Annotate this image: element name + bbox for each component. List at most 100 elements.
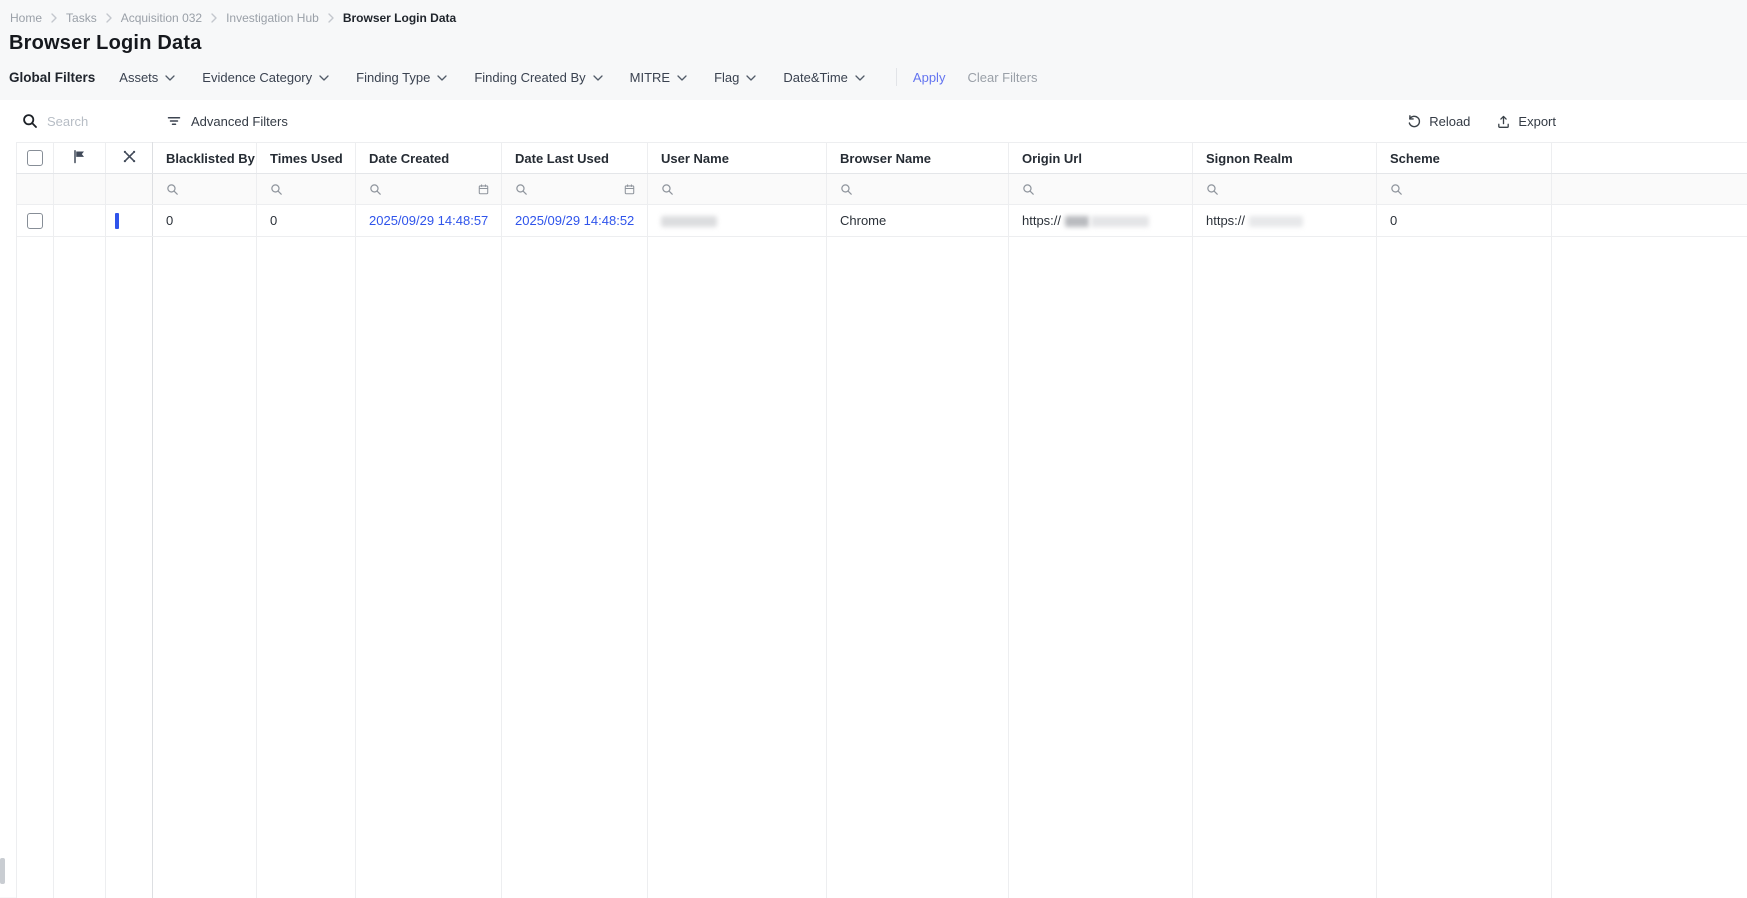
cell-date-last-used[interactable]: 2025/09/29 14:48:52 (502, 205, 648, 237)
cell-scheme: 0 (1377, 205, 1552, 237)
row-marker-cell (106, 205, 153, 237)
vertical-scrollbar-thumb[interactable] (0, 858, 5, 884)
filter-times-used[interactable] (257, 174, 356, 205)
advanced-filters-button[interactable]: Advanced Filters (166, 113, 288, 129)
table-row[interactable]: 0 0 2025/09/29 14:48:57 2025/09/29 14:48… (17, 205, 1747, 237)
cell-spacer (1552, 205, 1747, 237)
search-icon (22, 113, 38, 129)
filter-date-last-used[interactable] (502, 174, 648, 205)
chevron-down-icon (593, 74, 603, 81)
column-search-icon (166, 183, 256, 196)
column-header-blacklisted-by[interactable]: Blacklisted By ... (153, 143, 257, 174)
chevron-down-icon (746, 74, 756, 81)
column-header-date-last-used[interactable]: Date Last Used (502, 143, 648, 174)
filter-scheme[interactable] (1377, 174, 1552, 205)
row-select-cell[interactable] (17, 205, 54, 237)
breadcrumb-current: Browser Login Data (343, 11, 456, 25)
calendar-icon[interactable] (623, 183, 636, 196)
advanced-filters-label: Advanced Filters (191, 114, 288, 129)
filter-dropdown-finding-created-by[interactable]: Finding Created By (474, 70, 602, 85)
column-search-icon (661, 183, 826, 196)
export-label: Export (1518, 114, 1556, 129)
table-header-row: Blacklisted By ... Times Used Date Creat… (17, 143, 1747, 174)
column-search-icon (1390, 183, 1551, 196)
chevron-down-icon (319, 74, 329, 81)
breadcrumb-investigation-hub[interactable]: Investigation Hub (226, 11, 319, 25)
cell-signon-realm: https:// (1193, 205, 1377, 237)
filter-cell-empty (17, 174, 54, 205)
chevron-right-icon (51, 13, 57, 23)
filter-signon-realm[interactable] (1193, 174, 1377, 205)
column-search-icon (515, 183, 528, 196)
reload-icon (1407, 114, 1422, 129)
filter-dropdown-evidence-category[interactable]: Evidence Category (202, 70, 329, 85)
filter-dropdown-label: Assets (119, 70, 158, 85)
filter-cell-empty (106, 174, 153, 205)
row-flag-cell (54, 205, 106, 237)
global-filters-bar: Global Filters Assets Evidence Category … (0, 68, 1747, 86)
filter-dropdown-label: Date&Time (783, 70, 848, 85)
reload-button[interactable]: Reload (1407, 114, 1470, 129)
column-header-spacer (1552, 143, 1747, 174)
page-header: Home Tasks Acquisition 032 Investigation… (0, 0, 1747, 100)
column-header-signon-realm[interactable]: Signon Realm (1193, 143, 1377, 174)
filter-browser-name[interactable] (827, 174, 1009, 205)
filter-dropdown-flag[interactable]: Flag (714, 70, 756, 85)
breadcrumb-home[interactable]: Home (10, 11, 42, 25)
reload-label: Reload (1429, 114, 1470, 129)
cell-browser-name: Chrome (827, 205, 1009, 237)
clear-filters-button[interactable]: Clear Filters (967, 70, 1037, 85)
column-header-user-name[interactable]: User Name (648, 143, 827, 174)
column-search-icon (369, 183, 382, 196)
column-search-icon (840, 183, 1008, 196)
column-header-origin-url[interactable]: Origin Url (1009, 143, 1193, 174)
filter-dropdown-assets[interactable]: Assets (119, 70, 175, 85)
filter-origin-url[interactable] (1009, 174, 1193, 205)
chevron-right-icon (211, 13, 217, 23)
export-button[interactable]: Export (1496, 114, 1556, 129)
row-checkbox[interactable] (27, 213, 43, 229)
calendar-icon[interactable] (477, 183, 490, 196)
column-search-icon (1022, 183, 1192, 196)
cell-origin-url: https:// (1009, 205, 1193, 237)
search-input[interactable] (47, 114, 139, 129)
page-title: Browser Login Data (0, 25, 1747, 55)
cell-user-name (648, 205, 827, 237)
column-search-icon (1206, 183, 1376, 196)
breadcrumb: Home Tasks Acquisition 032 Investigation… (0, 0, 1747, 25)
filter-dropdown-finding-type[interactable]: Finding Type (356, 70, 447, 85)
filter-cell-empty (54, 174, 106, 205)
toolbar-right-group: Reload Export (1407, 114, 1556, 129)
table-empty-area (17, 237, 1747, 898)
column-header-date-created[interactable]: Date Created (356, 143, 502, 174)
filter-dropdown-label: Finding Type (356, 70, 430, 85)
flag-column-header[interactable] (54, 143, 106, 174)
filter-dropdown-label: Finding Created By (474, 70, 585, 85)
filter-lines-icon (166, 113, 182, 129)
filter-dropdown-mitre[interactable]: MITRE (630, 70, 687, 85)
filter-dropdown-datetime[interactable]: Date&Time (783, 70, 865, 85)
breadcrumb-acquisition[interactable]: Acquisition 032 (121, 11, 202, 25)
filter-blacklisted-by[interactable] (153, 174, 257, 205)
filter-date-created[interactable] (356, 174, 502, 205)
mitre-attack-icon (122, 149, 137, 164)
search-box (22, 113, 144, 129)
cell-blacklisted-by: 0 (153, 205, 257, 237)
content-panel: Advanced Filters Reload Export (0, 100, 1747, 897)
column-header-browser-name[interactable]: Browser Name (827, 143, 1009, 174)
filter-dropdown-label: Flag (714, 70, 739, 85)
chevron-down-icon (677, 74, 687, 81)
cell-date-created[interactable]: 2025/09/29 14:48:57 (356, 205, 502, 237)
column-header-scheme[interactable]: Scheme (1377, 143, 1552, 174)
breadcrumb-tasks[interactable]: Tasks (66, 11, 97, 25)
redacted-signon-realm (1249, 216, 1303, 227)
select-all-checkbox[interactable] (27, 150, 43, 166)
filter-dropdown-label: Evidence Category (202, 70, 312, 85)
apply-filters-button[interactable]: Apply (913, 70, 946, 85)
filter-user-name[interactable] (648, 174, 827, 205)
select-all-header-cell[interactable] (17, 143, 54, 174)
redacted-origin-url (1065, 216, 1089, 227)
column-header-times-used[interactable]: Times Used (257, 143, 356, 174)
mitre-attack-column-header[interactable] (106, 143, 153, 174)
flag-icon (72, 149, 87, 164)
